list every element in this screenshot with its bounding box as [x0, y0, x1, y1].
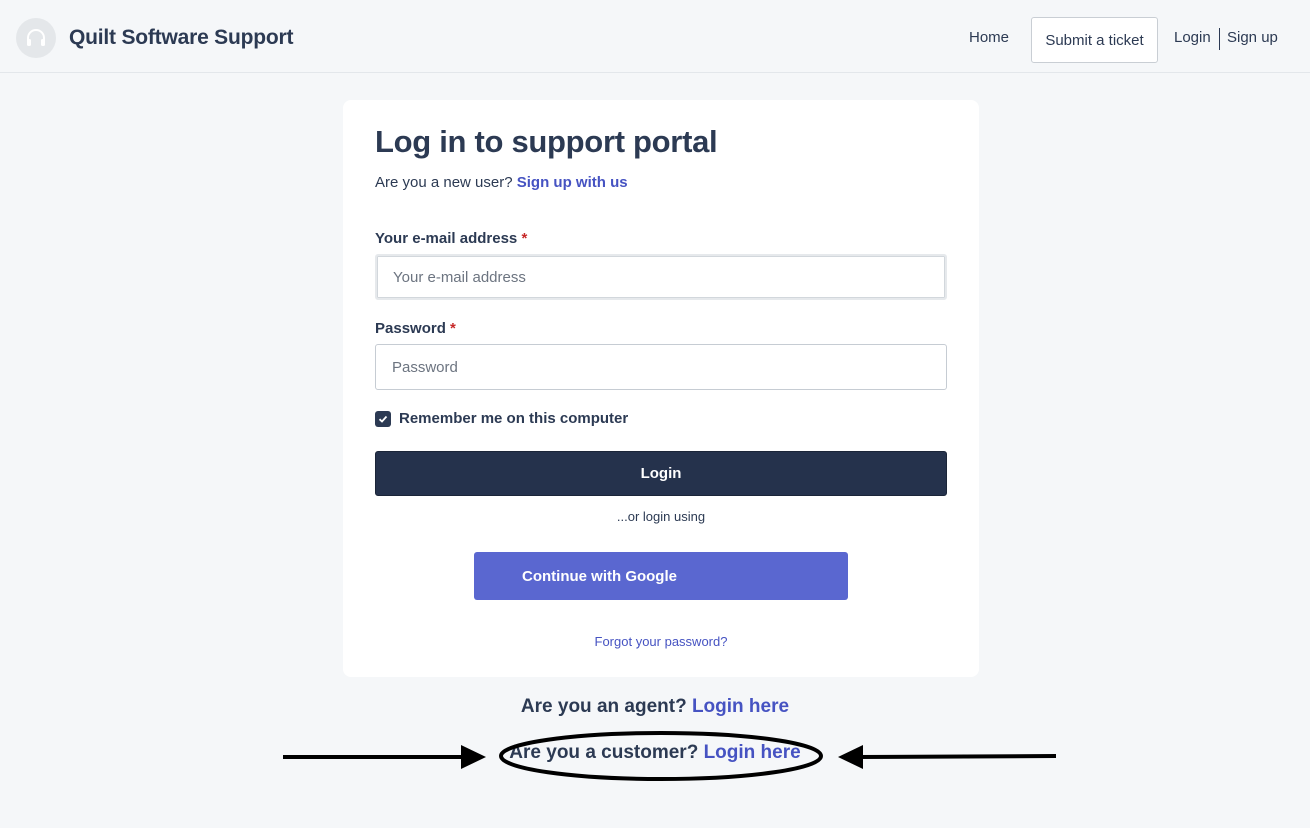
brand-title[interactable]: Quilt Software Support [69, 26, 293, 50]
nav-login-link[interactable]: Login [1174, 29, 1211, 46]
checkmark-icon [378, 415, 388, 423]
password-label: Password * [375, 320, 456, 337]
login-button[interactable]: Login [375, 451, 947, 496]
nav-divider [1219, 28, 1220, 50]
agent-prompt-text: Are you an agent? [520, 696, 687, 717]
nav-signup-link[interactable]: Sign up [1227, 29, 1278, 46]
login-card: Log in to support portal Are you a new u… [343, 100, 979, 677]
google-login-button[interactable]: Continue with Google [474, 552, 848, 600]
or-login-using-text: ...or login using [616, 509, 706, 524]
top-header: Quilt Software Support Home Submit a tic… [0, 0, 1310, 73]
right-arrow-icon [838, 745, 1057, 769]
highlight-ellipse [499, 731, 823, 781]
password-label-text: Password [375, 320, 446, 337]
password-field[interactable] [375, 344, 947, 390]
email-field[interactable] [375, 254, 947, 300]
page-title: Log in to support portal [375, 124, 718, 159]
new-user-prompt: Are you a new user? Sign up with us [375, 174, 628, 191]
required-mark: * [450, 320, 456, 337]
submit-ticket-button[interactable]: Submit a ticket [1031, 17, 1158, 63]
remember-checkbox[interactable] [375, 410, 391, 427]
annotation-overlay [283, 731, 1057, 781]
remember-me[interactable]: Remember me on this computer [375, 410, 628, 427]
new-user-text: Are you a new user? [375, 174, 513, 191]
forgot-password-link[interactable]: Forgot your password? [343, 634, 979, 649]
signup-link[interactable]: Sign up with us [517, 174, 628, 191]
email-label-text: Your e-mail address [375, 230, 518, 247]
headset-icon [27, 29, 45, 46]
left-arrow-icon [283, 745, 486, 769]
logo[interactable] [16, 18, 56, 58]
required-mark: * [521, 230, 528, 247]
remember-label[interactable]: Remember me on this computer [399, 410, 628, 427]
agent-login-prompt: Are you an agent? Login here [0, 696, 1310, 718]
email-label: Your e-mail address * [375, 230, 527, 247]
agent-login-link[interactable]: Login here [692, 696, 789, 717]
nav-home-link[interactable]: Home [969, 29, 1009, 46]
